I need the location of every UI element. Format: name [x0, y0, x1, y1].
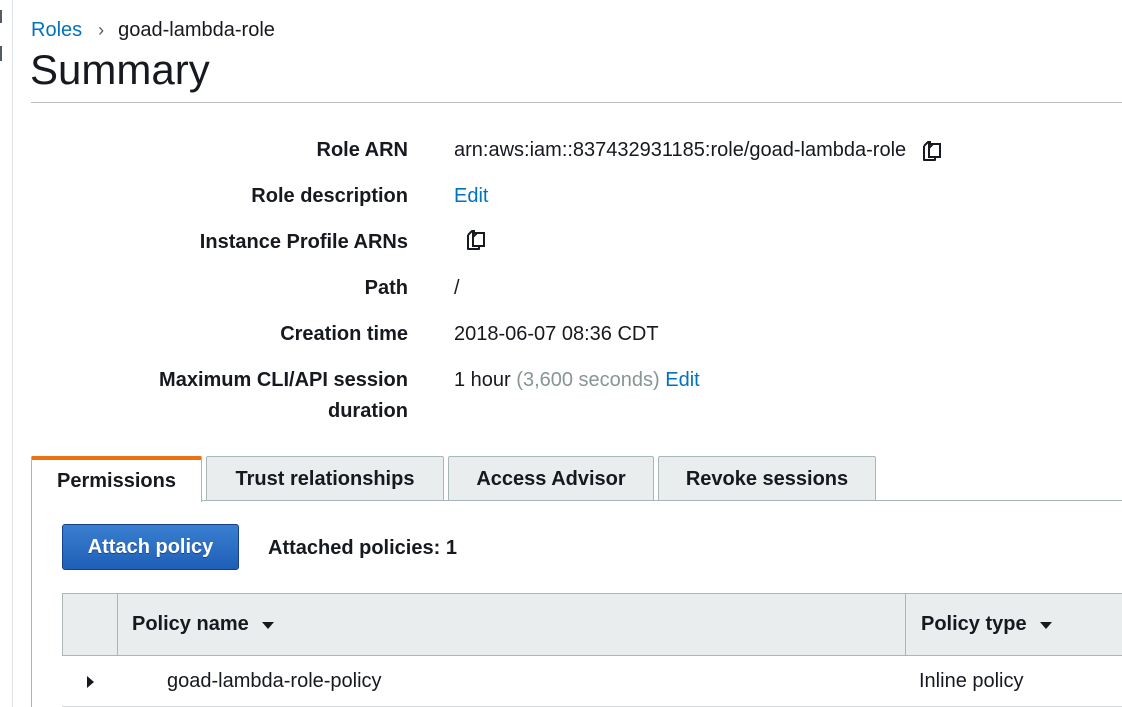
iam-role-summary-page: Roles › goad-lambda-role Summary Role AR… — [0, 0, 1122, 707]
max-session-value: 1 hour — [454, 369, 511, 391]
role-tabs: Permissions Trust relationships Access A… — [31, 455, 880, 502]
creation-time-label: Creation time — [280, 323, 408, 345]
max-session-edit-link[interactable]: Edit — [665, 365, 699, 396]
page-title: Summary — [30, 46, 210, 93]
max-session-seconds: (3,600 seconds) — [516, 369, 660, 391]
role-description-label: Role description — [251, 185, 408, 207]
left-edge-marker — [0, 46, 2, 61]
instance-profile-arns-value-wrap — [450, 227, 488, 253]
policies-table: Policy name Policy type goad-lambda-role… — [62, 593, 1122, 707]
column-header-policy-type[interactable]: Policy type — [905, 594, 1122, 655]
sort-caret-down-icon — [1039, 622, 1052, 629]
tab-trust-relationships[interactable]: Trust relationships — [206, 456, 444, 501]
breadcrumb: Roles › goad-lambda-role — [31, 18, 275, 42]
expand-row-caret-icon[interactable] — [87, 676, 94, 688]
permissions-panel-border — [31, 500, 32, 707]
table-row[interactable]: goad-lambda-role-policy Inline policy — [62, 656, 1122, 707]
tab-revoke-sessions-label: Revoke sessions — [685, 467, 849, 490]
max-session-label-line1: Maximum CLI/API session — [159, 369, 408, 391]
sort-caret-down-icon — [261, 622, 274, 629]
breadcrumb-separator-icon: › — [98, 20, 105, 40]
column-header-policy-name[interactable]: Policy name — [132, 594, 274, 655]
copy-icon[interactable] — [462, 227, 488, 253]
role-description-edit-link[interactable]: Edit — [454, 181, 488, 212]
breadcrumb-roles-link[interactable]: Roles — [31, 18, 82, 42]
breadcrumb-current: goad-lambda-role — [118, 19, 275, 41]
tab-permissions-label: Permissions — [57, 469, 176, 492]
tab-permissions[interactable]: Permissions — [31, 456, 202, 502]
tab-trust-relationships-label: Trust relationships — [235, 467, 415, 490]
policy-type-header-label: Policy type — [921, 613, 1027, 635]
max-session-label-line2: duration — [328, 400, 408, 422]
policy-type-cell: Inline policy — [919, 670, 1024, 692]
creation-time-value: 2018-06-07 08:36 CDT — [454, 323, 659, 345]
tab-revoke-sessions[interactable]: Revoke sessions — [658, 456, 876, 501]
path-value: / — [454, 277, 460, 299]
attached-policies-count: Attached policies: 1 — [268, 537, 457, 559]
copy-icon[interactable] — [918, 138, 944, 164]
tab-access-advisor[interactable]: Access Advisor — [448, 456, 654, 501]
role-arn-value-wrap: arn:aws:iam::837432931185:role/goad-lamb… — [454, 135, 944, 166]
left-panel-divider — [12, 0, 13, 707]
left-edge-marker — [0, 10, 2, 23]
title-divider — [31, 102, 1122, 103]
policy-name-cell: goad-lambda-role-policy — [167, 670, 382, 692]
tab-access-advisor-label: Access Advisor — [476, 467, 626, 490]
role-arn-value: arn:aws:iam::837432931185:role/goad-lamb… — [454, 139, 907, 161]
path-label: Path — [364, 277, 408, 299]
role-arn-label: Role ARN — [316, 139, 408, 161]
max-session-duration-label: Maximum CLI/API session duration — [100, 365, 408, 427]
role-description-value-wrap: Edit — [454, 181, 488, 212]
max-session-value-wrap: 1 hour (3,600 seconds) Edit — [454, 365, 700, 396]
table-header: Policy name Policy type — [62, 593, 1122, 656]
attach-policy-button[interactable]: Attach policy — [62, 524, 239, 570]
tabs-baseline — [202, 500, 1122, 501]
policy-name-header-label: Policy name — [132, 613, 249, 635]
instance-profile-arns-label: Instance Profile ARNs — [199, 231, 408, 253]
expander-column-header — [63, 594, 118, 655]
